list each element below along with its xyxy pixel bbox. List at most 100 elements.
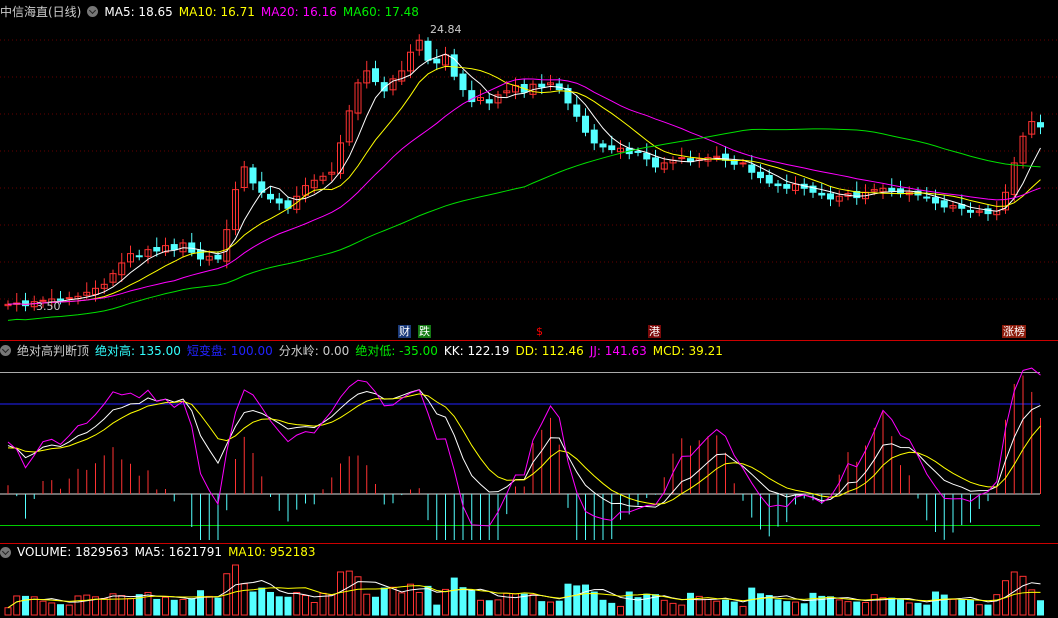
volume-bar bbox=[205, 595, 213, 616]
volume-bar bbox=[844, 601, 852, 616]
volume-bar bbox=[730, 601, 738, 616]
volume-bar bbox=[380, 587, 388, 616]
volume-bar bbox=[39, 600, 47, 616]
volume-bar bbox=[669, 602, 677, 616]
volume-bar bbox=[529, 594, 537, 616]
volume-bar bbox=[687, 592, 694, 616]
volume-bar bbox=[870, 594, 878, 616]
volume-bar bbox=[407, 583, 414, 616]
candle bbox=[923, 196, 931, 199]
volume-bar bbox=[835, 599, 843, 616]
volume-bar bbox=[792, 601, 799, 616]
volume-bar bbox=[13, 595, 21, 616]
volume-bar bbox=[975, 604, 983, 616]
candle bbox=[888, 187, 896, 192]
volume-bar bbox=[1037, 600, 1044, 616]
candle bbox=[170, 244, 178, 251]
candle bbox=[459, 73, 467, 91]
volume-bar bbox=[897, 599, 904, 616]
volume-bar bbox=[1010, 571, 1018, 616]
jj-line bbox=[7, 367, 1041, 527]
volume-bar bbox=[704, 598, 712, 616]
candle bbox=[599, 143, 607, 148]
volume-bar bbox=[547, 601, 554, 616]
volume-bar bbox=[293, 591, 301, 616]
marker-dollar[interactable]: $ bbox=[535, 325, 544, 338]
volume-bar bbox=[240, 583, 248, 616]
volume-bar bbox=[345, 570, 353, 616]
volume-bar bbox=[905, 602, 913, 616]
marker-fall[interactable]: 跌 bbox=[418, 325, 431, 338]
volume-bar bbox=[74, 595, 82, 616]
candle bbox=[643, 152, 651, 160]
stock-chart[interactable] bbox=[0, 0, 1058, 618]
volume-bar bbox=[660, 599, 668, 616]
volume-bar bbox=[450, 577, 458, 616]
volume-bar bbox=[179, 598, 187, 616]
low-price-label: 3.50 bbox=[36, 300, 61, 313]
candle bbox=[1037, 122, 1044, 128]
ma10-line bbox=[7, 65, 1041, 305]
volume-bar bbox=[932, 591, 939, 616]
candle bbox=[267, 193, 274, 200]
volume-bar bbox=[914, 602, 922, 616]
volume-bar bbox=[573, 585, 581, 616]
candle bbox=[424, 40, 432, 61]
candle bbox=[739, 162, 747, 165]
volume-bar bbox=[468, 590, 476, 616]
volume-bar bbox=[48, 602, 56, 616]
marker-rise-list[interactable]: 涨榜 bbox=[1002, 325, 1026, 338]
volume-bar bbox=[197, 590, 204, 616]
volume-bar bbox=[100, 598, 108, 616]
candle bbox=[748, 164, 756, 173]
volume-bar bbox=[520, 593, 528, 616]
volume-bar bbox=[4, 607, 12, 616]
marker-hk[interactable]: 港 bbox=[648, 325, 661, 338]
volume-bar bbox=[214, 597, 222, 616]
volume-bar bbox=[127, 598, 134, 616]
candle bbox=[652, 157, 659, 168]
volume-bar bbox=[424, 585, 432, 616]
volume-bar bbox=[57, 604, 64, 616]
volume-bar bbox=[433, 604, 441, 616]
candle bbox=[634, 150, 642, 153]
volume-bar bbox=[232, 564, 239, 616]
volume-bar bbox=[862, 602, 869, 616]
volume-bar bbox=[590, 591, 598, 616]
candle bbox=[967, 209, 974, 213]
volume-bar bbox=[940, 594, 948, 616]
volume-bar bbox=[144, 591, 152, 616]
volume-bar bbox=[713, 600, 721, 616]
candle bbox=[573, 104, 581, 117]
candle bbox=[197, 249, 204, 260]
volume-bar bbox=[783, 601, 791, 616]
volume-bar bbox=[1019, 575, 1027, 616]
volume-bar bbox=[617, 605, 624, 616]
candle bbox=[765, 174, 773, 184]
volume-bar bbox=[739, 605, 747, 616]
candle bbox=[940, 200, 948, 208]
candle bbox=[818, 192, 826, 196]
high-price-label: 24.84 bbox=[430, 23, 462, 36]
candle bbox=[214, 254, 222, 260]
volume-bar bbox=[389, 586, 397, 616]
volume-bar bbox=[582, 584, 589, 616]
candle bbox=[678, 157, 686, 160]
volume-bar bbox=[564, 583, 572, 616]
volume-bar bbox=[302, 595, 309, 616]
candle bbox=[730, 160, 738, 165]
volume-bar bbox=[310, 602, 318, 616]
volume-bar bbox=[188, 598, 196, 616]
candle bbox=[783, 184, 791, 189]
volume-bar bbox=[757, 593, 764, 616]
volume-bar bbox=[923, 604, 931, 616]
marker-finance[interactable]: 财 bbox=[398, 325, 411, 338]
candle bbox=[582, 115, 589, 133]
candle bbox=[774, 183, 782, 187]
candle bbox=[538, 83, 546, 88]
volume-bar bbox=[809, 592, 817, 616]
candle bbox=[249, 167, 257, 184]
volume-bar bbox=[363, 593, 371, 616]
volume-bar bbox=[993, 594, 1001, 616]
volume-bar bbox=[800, 603, 808, 616]
